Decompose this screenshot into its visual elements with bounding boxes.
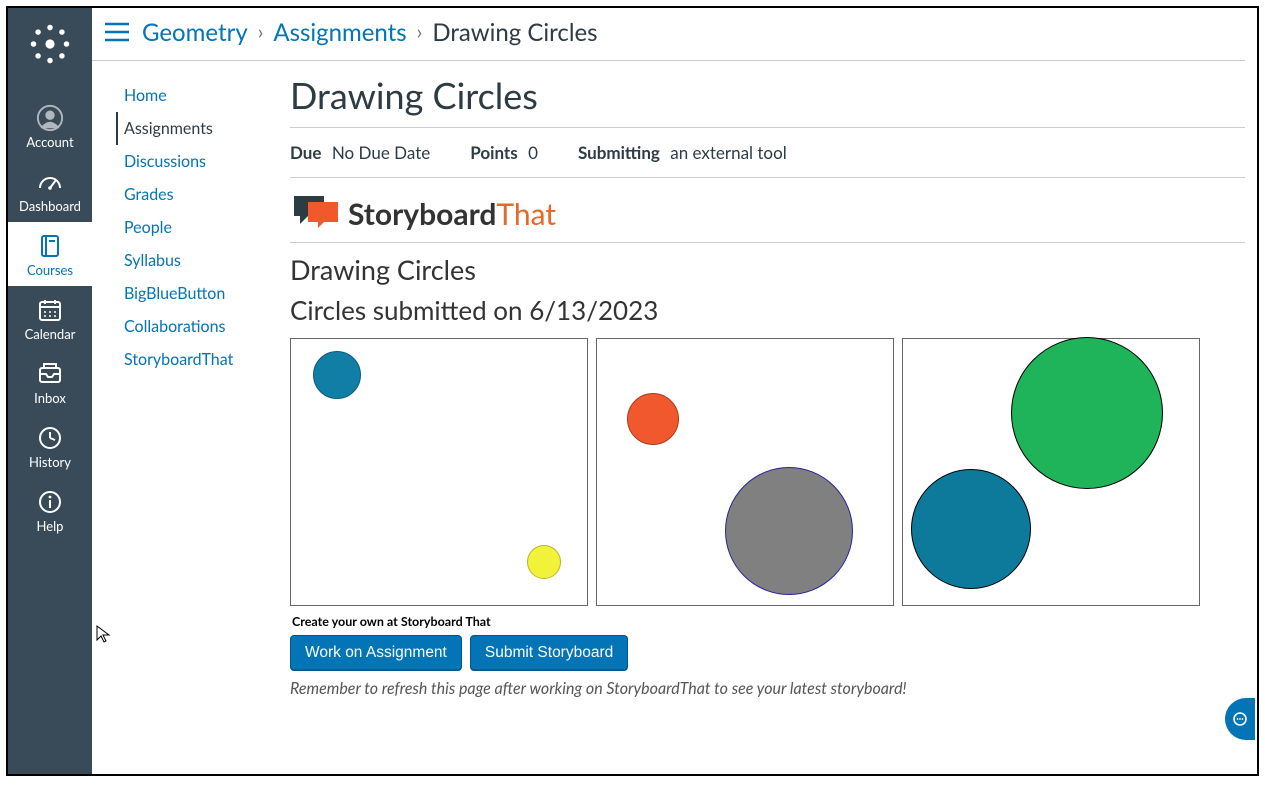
nav-calendar[interactable]: Calendar [8, 286, 92, 350]
submit-storyboard-button[interactable]: Submit Storyboard [470, 635, 628, 671]
nav-history[interactable]: History [8, 414, 92, 478]
header: Geometry › Assignments › Drawing Circles [92, 8, 1245, 61]
course-nav-item-bigbluebutton[interactable]: BigBlueButton [116, 277, 282, 310]
nav-dashboard[interactable]: Dashboard [8, 158, 92, 222]
work-on-assignment-button[interactable]: Work on Assignment [290, 635, 462, 671]
nav-label: Inbox [34, 390, 66, 406]
speech-bubbles-icon [290, 192, 344, 236]
circle-orange-small [627, 393, 679, 445]
info-icon [36, 488, 64, 516]
circle-gray-large [725, 467, 853, 595]
storyboard-panel-3 [902, 338, 1200, 606]
refresh-note: Remember to refresh this page after work… [290, 679, 1245, 698]
content: Drawing Circles Due No Due Date Points 0… [282, 61, 1257, 774]
nav-inbox[interactable]: Inbox [8, 350, 92, 414]
user-circle-icon [36, 104, 64, 132]
course-nav-item-people[interactable]: People [116, 211, 282, 244]
course-nav-item-grades[interactable]: Grades [116, 178, 282, 211]
breadcrumb: Geometry › Assignments › Drawing Circles [142, 18, 598, 47]
circle-green-large [1011, 337, 1163, 489]
chevron-right-icon: › [258, 20, 264, 44]
due-label: Due [290, 142, 321, 163]
storyboard-caption: Create your own at Storyboard That [292, 614, 1245, 629]
breadcrumb-current: Drawing Circles [432, 18, 597, 47]
course-nav-item-storyboardthat[interactable]: StoryboardThat [116, 343, 282, 376]
mouse-cursor-icon [96, 625, 110, 646]
clock-icon [36, 424, 64, 452]
circle-teal-small [313, 351, 361, 399]
nav-label: Account [26, 134, 73, 150]
submitted-heading: Circles submitted on 6/13/2023 [290, 294, 1245, 326]
global-nav: Account Dashboard Courses Calendar Inbox [8, 8, 92, 774]
brand-text: StoryboardThat [348, 196, 556, 232]
canvas-logo-icon [28, 22, 72, 66]
nav-courses[interactable]: Courses [8, 222, 92, 286]
breadcrumb-section[interactable]: Assignments [273, 18, 406, 47]
nav-label: Dashboard [19, 198, 81, 214]
nav-account[interactable]: Account [8, 94, 92, 158]
due-value: No Due Date [332, 142, 430, 163]
book-icon [36, 232, 64, 260]
nav-label: Courses [27, 262, 73, 278]
circle-teal-large [911, 469, 1031, 589]
nav-label: Calendar [25, 326, 76, 342]
points-value: 0 [528, 142, 538, 163]
nav-help[interactable]: Help [8, 478, 92, 542]
submitting-value: an external tool [670, 142, 786, 163]
nav-label: History [29, 454, 71, 470]
submitting-label: Submitting [578, 142, 660, 163]
storyboard-panel-2 [596, 338, 894, 606]
course-nav-item-home[interactable]: Home [116, 79, 282, 112]
course-nav-item-discussions[interactable]: Discussions [116, 145, 282, 178]
divider [290, 242, 1245, 243]
points-label: Points [470, 142, 517, 163]
breadcrumb-course[interactable]: Geometry [142, 18, 248, 47]
storyboard-panel-1 [290, 338, 588, 606]
nav-label: Help [37, 518, 64, 534]
storyboard-panels [290, 338, 1245, 606]
assignment-meta: Due No Due Date Points 0 Submitting an e… [290, 127, 1245, 178]
course-nav-item-assignments[interactable]: Assignments [116, 112, 282, 145]
gauge-icon [36, 168, 64, 196]
course-nav-item-collaborations[interactable]: Collaborations [116, 310, 282, 343]
storyboardthat-logo: StoryboardThat [290, 192, 1245, 236]
hamburger-button[interactable] [92, 12, 142, 52]
calendar-icon [36, 296, 64, 324]
chat-icon [1232, 711, 1248, 727]
brand-left: Storyboard [348, 196, 496, 232]
chevron-right-icon: › [417, 20, 423, 44]
circle-yellow-small [527, 545, 561, 579]
brand-right: That [496, 196, 556, 232]
inbox-icon [36, 360, 64, 388]
course-nav: HomeAssignmentsDiscussionsGradesPeopleSy… [92, 61, 282, 774]
tool-heading: Drawing Circles [290, 253, 1245, 286]
course-nav-item-syllabus[interactable]: Syllabus [116, 244, 282, 277]
page-title: Drawing Circles [290, 73, 1245, 117]
